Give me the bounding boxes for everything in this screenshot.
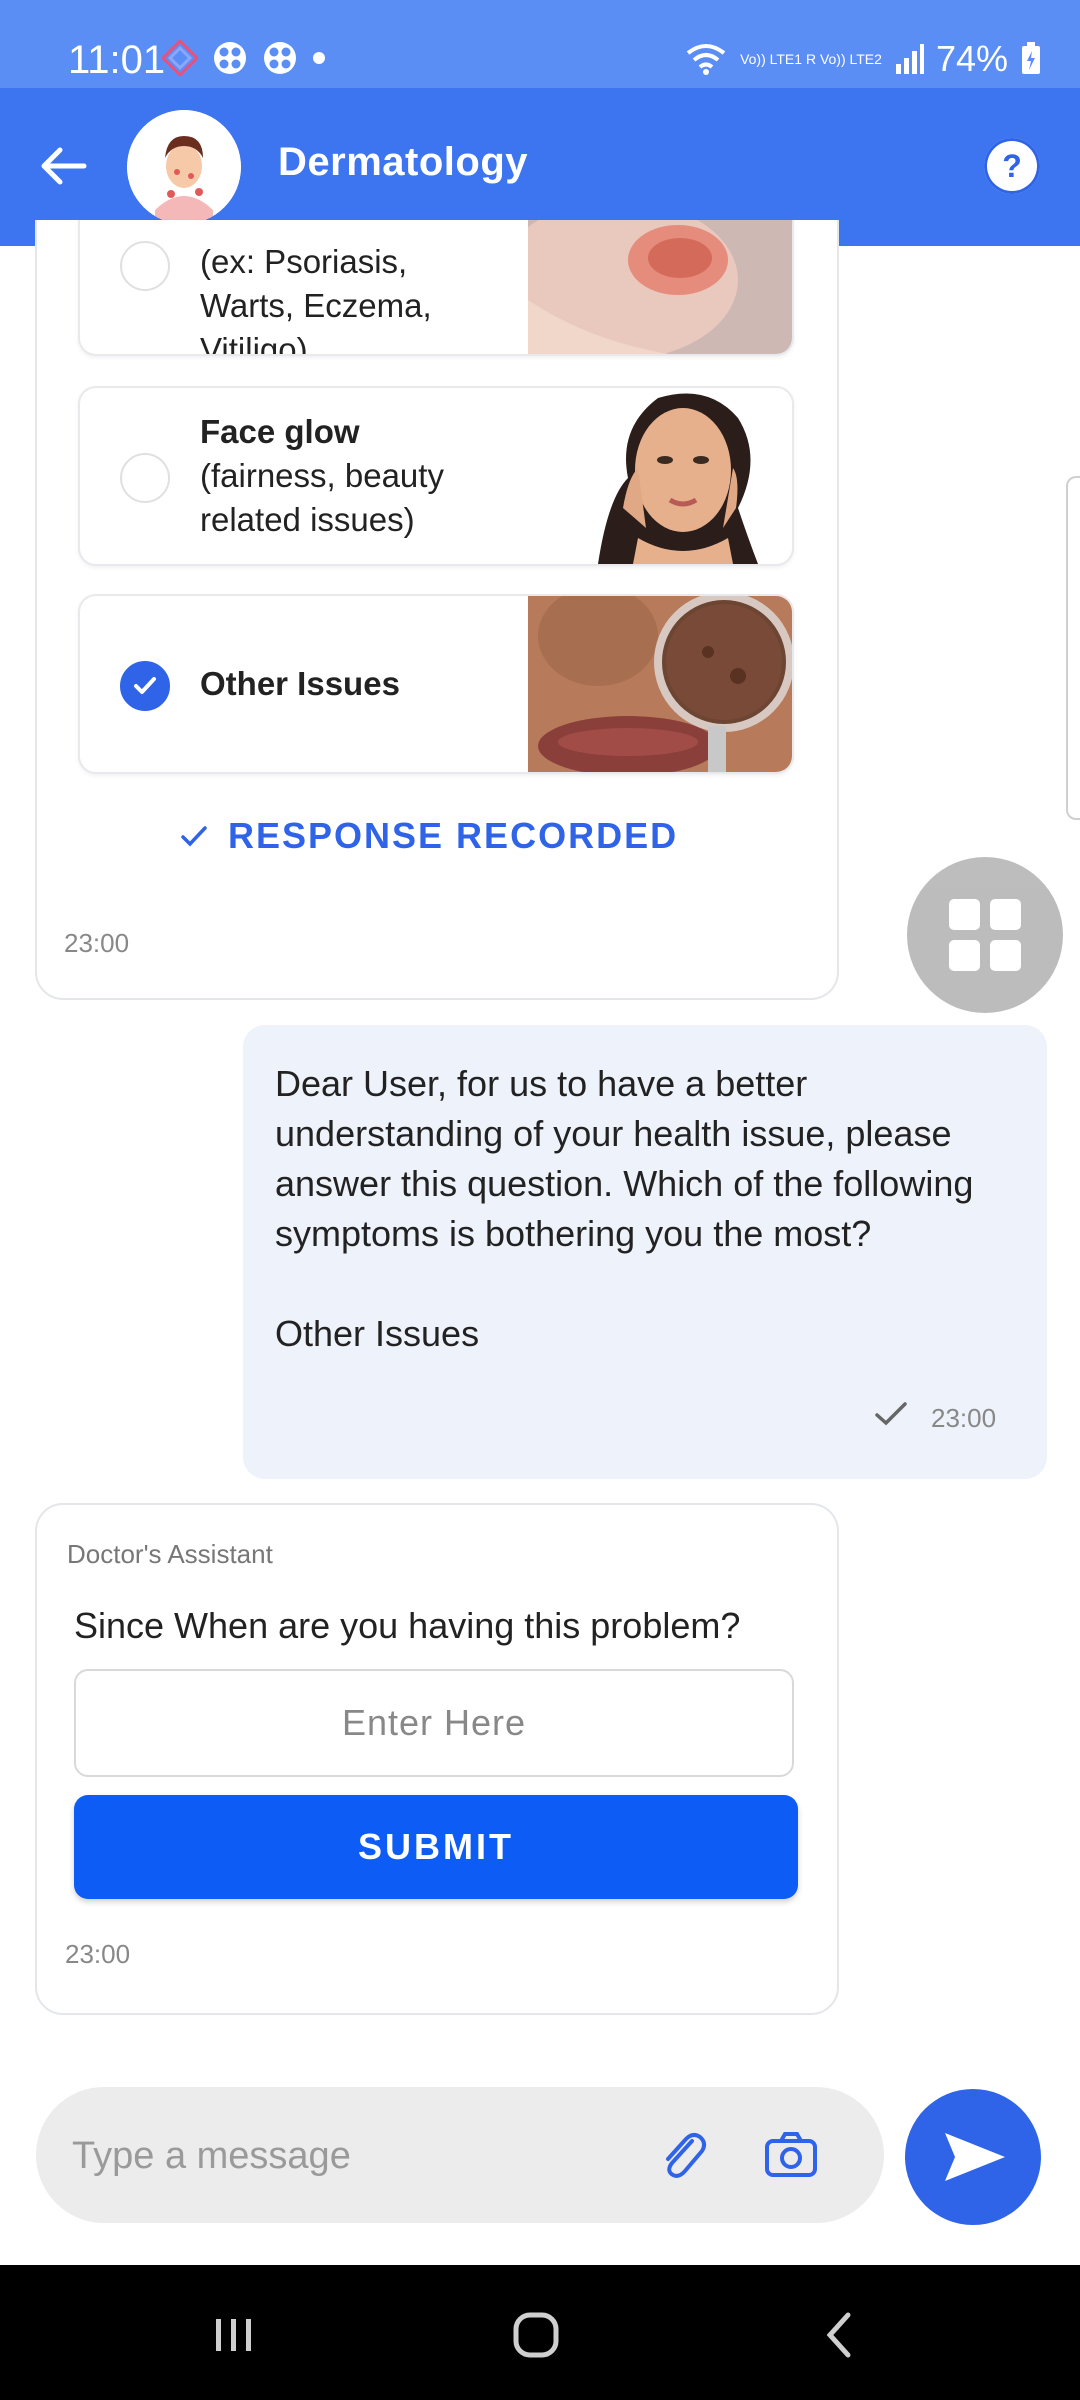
- help-icon: ?: [1002, 148, 1022, 184]
- option-radio-checked[interactable]: [120, 661, 170, 711]
- specialty-avatar: [127, 110, 241, 224]
- option-subtitle: (fairness, beauty related issues): [200, 457, 444, 538]
- answer-input[interactable]: [74, 1669, 794, 1777]
- user-message-text: Dear User, for us to have a better under…: [275, 1059, 1015, 1359]
- option-label: Face glow (fairness, beauty related issu…: [200, 410, 460, 542]
- grid-icon: [949, 899, 1021, 971]
- message-time: 23:00: [931, 1403, 997, 1433]
- status-time: 11:01: [68, 38, 166, 82]
- message-composer: [36, 2087, 884, 2223]
- option-title: Face glow: [200, 413, 360, 450]
- user-message-bubble: Dear User, for us to have a better under…: [243, 1025, 1047, 1479]
- wifi-icon: [686, 44, 726, 75]
- option-label: (ex: Psoriasis, Warts, Eczema, Vitiligo): [200, 240, 500, 356]
- option-subtitle: (ex: Psoriasis, Warts, Eczema, Vitiligo): [200, 243, 432, 356]
- option-skin-disease[interactable]: (ex: Psoriasis, Warts, Eczema, Vitiligo): [78, 220, 794, 356]
- home-icon[interactable]: [506, 2305, 566, 2365]
- app-notification-icon: [162, 40, 198, 76]
- sent-check-icon: [875, 1402, 907, 1426]
- status-system-icons: Vo)) LTE1 R Vo)) LTE2 74%: [684, 38, 1042, 80]
- signal-icon: [895, 44, 924, 74]
- assistant-message-card: Doctor's Assistant Since When are you ha…: [35, 1503, 839, 2015]
- message-time: 23:00: [65, 1939, 131, 1969]
- assistant-question: Since When are you having this problem?: [74, 1605, 741, 1646]
- back-arrow-icon[interactable]: [36, 138, 92, 194]
- send-button[interactable]: [905, 2089, 1041, 2225]
- option-title: Other Issues: [200, 665, 400, 702]
- submit-button[interactable]: SUBMIT: [74, 1795, 798, 1899]
- back-nav-icon[interactable]: [810, 2305, 870, 2365]
- other-issues-image: [528, 596, 792, 772]
- option-other-issues[interactable]: Other Issues: [78, 594, 794, 774]
- answer-text: Other Issues: [275, 1313, 480, 1354]
- question-text: Dear User, for us to have a better under…: [275, 1063, 974, 1254]
- message-input[interactable]: [70, 2121, 634, 2191]
- skin-disease-image: [528, 220, 792, 354]
- sender-name: Doctor's Assistant: [67, 1539, 273, 1569]
- option-radio[interactable]: [120, 241, 170, 291]
- option-label: Other Issues: [200, 662, 400, 706]
- status-notification-icons: [162, 40, 326, 76]
- send-icon: [945, 2133, 1005, 2181]
- network-label: Vo)) LTE1 R Vo)) LTE2: [740, 50, 882, 67]
- check-icon: [181, 826, 207, 847]
- option-face-glow[interactable]: Face glow (fairness, beauty related issu…: [78, 386, 794, 566]
- battery-percent: 74%: [935, 38, 1008, 79]
- page-title: Dermatology: [278, 140, 528, 184]
- cross-notification-icon: [214, 42, 246, 74]
- side-drawer-handle[interactable]: [1066, 476, 1080, 820]
- face-glow-image: [528, 388, 792, 564]
- help-button[interactable]: ?: [984, 138, 1040, 194]
- dermatology-avatar-icon: [127, 110, 241, 224]
- camera-icon[interactable]: [761, 2125, 821, 2185]
- response-recorded-status: RESPONSE RECORDED: [178, 815, 678, 857]
- recent-apps-icon[interactable]: [204, 2305, 264, 2365]
- check-icon: [134, 677, 156, 694]
- menu-grid-button[interactable]: [907, 857, 1063, 1013]
- message-time: 23:00: [64, 928, 130, 958]
- option-radio[interactable]: [120, 453, 170, 503]
- status-bar: 11:01 Vo)) LTE1 R Vo)) LTE2 74%: [0, 0, 1080, 88]
- cross-notification-icon: [264, 42, 296, 74]
- attach-icon[interactable]: [654, 2125, 714, 2185]
- recorded-label: RESPONSE RECORDED: [228, 815, 679, 856]
- battery-icon: [1022, 42, 1040, 74]
- system-nav-bar: [0, 2265, 1080, 2400]
- dot-icon: [313, 52, 325, 64]
